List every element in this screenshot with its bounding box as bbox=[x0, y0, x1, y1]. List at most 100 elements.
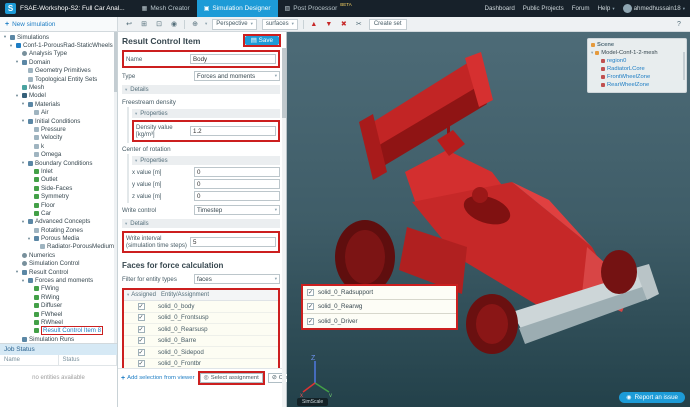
chevron-down-icon[interactable]: ▾ bbox=[205, 21, 207, 27]
tree-item-simulation-runs[interactable]: Simulation Runs bbox=[0, 335, 117, 343]
tree-item-outlet[interactable]: Outlet bbox=[0, 176, 117, 184]
tree-item-forces-and-moments[interactable]: ▾Forces and moments bbox=[0, 276, 117, 284]
assigned-checkbox[interactable]: ✓ bbox=[138, 337, 145, 344]
tree-expand-icon[interactable]: ▾ bbox=[2, 34, 8, 40]
zoom-box-icon[interactable] bbox=[154, 20, 164, 28]
tree-item-side-faces[interactable]: Side-Faces bbox=[0, 184, 117, 192]
tab-post-processor[interactable]: Post ProcessorBETA bbox=[278, 0, 359, 17]
tree-item-rwing[interactable]: RWing bbox=[0, 293, 117, 301]
scene-scrollbar[interactable] bbox=[683, 52, 685, 80]
tree-item-result-control-item-8[interactable]: Result Control Item 8 bbox=[0, 327, 117, 335]
tree-item-materials[interactable]: ▾Materials bbox=[0, 100, 117, 108]
tree-item-initial-conditions[interactable]: ▾Initial Conditions bbox=[0, 117, 117, 125]
scene-item-frontwheelzone[interactable]: FrontWheelZone bbox=[591, 73, 683, 81]
tree-item-conf-1-porousrad-staticwheels[interactable]: ▾Conf-1-PorousRad-StaticWheels bbox=[0, 41, 117, 49]
chevron-down-icon[interactable]: ▾ bbox=[127, 292, 129, 298]
panel-scrollbar[interactable] bbox=[282, 48, 286, 407]
tree-item-fwheel[interactable]: FWheel bbox=[0, 310, 117, 318]
tree-item-rotating-zones[interactable]: Rotating Zones bbox=[0, 226, 117, 234]
assignment-row[interactable]: ✓solid_0_Sidepod bbox=[124, 347, 278, 359]
assigned-checkbox[interactable]: ✓ bbox=[138, 303, 145, 310]
tree-item-porous-media[interactable]: ▾Porous Media bbox=[0, 234, 117, 242]
tree-expand-icon[interactable]: ▾ bbox=[14, 93, 20, 99]
properties-section-header[interactable]: ▾Properties bbox=[132, 109, 280, 118]
viewport[interactable]: Scene ▾Model-Conf-1-2-mesh region0Radiat… bbox=[287, 32, 690, 407]
assigned-checkbox[interactable]: ✓ bbox=[138, 314, 145, 321]
tree-item-floor[interactable]: Floor bbox=[0, 201, 117, 209]
tree-item-pressure[interactable]: Pressure bbox=[0, 125, 117, 133]
tree-item-air[interactable]: Air bbox=[0, 109, 117, 117]
scene-item-radiatorlcore[interactable]: RadiatorLCore bbox=[591, 65, 683, 73]
density-input[interactable] bbox=[190, 126, 276, 136]
y-value-input[interactable] bbox=[194, 179, 280, 189]
tab-mesh-creator[interactable]: Mesh Creator bbox=[135, 0, 197, 17]
tree-expand-icon[interactable]: ▾ bbox=[20, 219, 26, 225]
write-interval-input[interactable] bbox=[190, 237, 276, 247]
nav-help[interactable]: Help▾ bbox=[598, 5, 615, 12]
user-menu[interactable]: ahmedhussain18▾ bbox=[623, 4, 685, 13]
tree-expand-icon[interactable]: ▾ bbox=[26, 236, 32, 242]
add-selection-button[interactable]: +Add selection from viewer bbox=[121, 375, 195, 382]
nav-public-projects[interactable]: Public Projects bbox=[523, 5, 564, 12]
tree-item-fwing[interactable]: FWing bbox=[0, 285, 117, 293]
x-value-input[interactable] bbox=[194, 167, 280, 177]
name-input[interactable] bbox=[190, 54, 276, 64]
report-issue-button[interactable]: Report an issue bbox=[619, 392, 685, 403]
details-section-header[interactable]: ▾Details bbox=[122, 219, 280, 228]
highlight-volumes-icon[interactable] bbox=[324, 21, 334, 28]
scrollbar-thumb[interactable] bbox=[282, 48, 286, 118]
tree-item-geometry-primitives[interactable]: Geometry Primitives bbox=[0, 67, 117, 75]
save-button[interactable]: Save bbox=[245, 36, 279, 45]
simscale-logo[interactable]: S bbox=[5, 3, 16, 14]
tree-item-car[interactable]: Car bbox=[0, 209, 117, 217]
assignment-row[interactable]: ✓solid_0_Frontsusp bbox=[124, 313, 278, 325]
tree-item-symmetry[interactable]: Symmetry bbox=[0, 192, 117, 200]
tree-item-numerics[interactable]: Numerics bbox=[0, 251, 117, 259]
tree-item-diffuser[interactable]: Diffuser bbox=[0, 302, 117, 310]
chevron-down-icon[interactable]: ▾ bbox=[591, 50, 593, 56]
overlay-checkbox[interactable]: ✓ bbox=[307, 318, 314, 325]
tree-item-domain[interactable]: ▾Domain bbox=[0, 58, 117, 66]
details-section-header[interactable]: ▾Details bbox=[122, 85, 280, 94]
assignment-row[interactable]: ✓solid_0_Barre bbox=[124, 336, 278, 348]
clear-highlight-icon[interactable] bbox=[339, 20, 349, 28]
assigned-checkbox[interactable]: ✓ bbox=[138, 360, 145, 367]
tree-expand-icon[interactable]: ▾ bbox=[14, 269, 20, 275]
assignment-row[interactable]: ✓solid_0_Frontbr bbox=[124, 359, 278, 369]
screenshot-icon[interactable] bbox=[169, 20, 179, 28]
tree-expand-icon[interactable]: ▾ bbox=[20, 160, 26, 166]
tree-item-k[interactable]: k bbox=[0, 142, 117, 150]
nav-forum[interactable]: Forum bbox=[572, 5, 590, 12]
tree-expand-icon[interactable]: ▾ bbox=[20, 118, 26, 124]
add-icon[interactable] bbox=[190, 20, 200, 28]
nav-dashboard[interactable]: Dashboard bbox=[484, 5, 514, 12]
tree-expand-icon[interactable]: ▾ bbox=[20, 278, 26, 284]
assigned-checkbox[interactable]: ✓ bbox=[138, 349, 145, 356]
properties-section-header[interactable]: ▾Properties bbox=[132, 156, 280, 165]
tree-item-omega[interactable]: Omega bbox=[0, 150, 117, 158]
tree-expand-icon[interactable]: ▾ bbox=[20, 101, 26, 107]
tree-expand-icon[interactable]: ▾ bbox=[8, 43, 14, 49]
tab-simulation-designer[interactable]: Simulation Designer bbox=[197, 0, 278, 17]
tree-item-result-control[interactable]: ▾Result Control bbox=[0, 268, 117, 276]
help-icon[interactable] bbox=[674, 21, 684, 28]
scrollbar-thumb[interactable] bbox=[114, 32, 117, 92]
scene-item-region0[interactable]: region0 bbox=[591, 57, 683, 65]
overlay-row[interactable]: ✓solid_0_Rearwg bbox=[303, 300, 456, 314]
tree-item-inlet[interactable]: Inlet bbox=[0, 167, 117, 175]
highlight-faces-icon[interactable] bbox=[309, 21, 319, 28]
z-value-input[interactable] bbox=[194, 191, 280, 201]
scene-root-label[interactable]: Model-Conf-1-2-mesh bbox=[601, 50, 657, 56]
projection-select[interactable]: Perspective▾ bbox=[212, 19, 257, 30]
orientation-axes[interactable]: Z y x bbox=[299, 353, 335, 397]
entity-filter-select[interactable]: faces▾ bbox=[194, 274, 280, 284]
tree-item-radiator-porousmedium[interactable]: Radiator-PorousMedium bbox=[0, 243, 117, 251]
assignment-row[interactable]: ✓solid_0_body bbox=[124, 301, 278, 313]
render-mode-select[interactable]: surfaces▾ bbox=[262, 19, 298, 30]
cutting-plane-icon[interactable] bbox=[354, 20, 364, 28]
select-assignment-button[interactable]: Select assignment bbox=[200, 373, 263, 383]
overlay-row[interactable]: ✓solid_0_Radsupport bbox=[303, 286, 456, 300]
scene-item-rearwheelzone[interactable]: RearWheelZone bbox=[591, 81, 683, 89]
assigned-checkbox[interactable]: ✓ bbox=[138, 326, 145, 333]
tree-item-velocity[interactable]: Velocity bbox=[0, 134, 117, 142]
